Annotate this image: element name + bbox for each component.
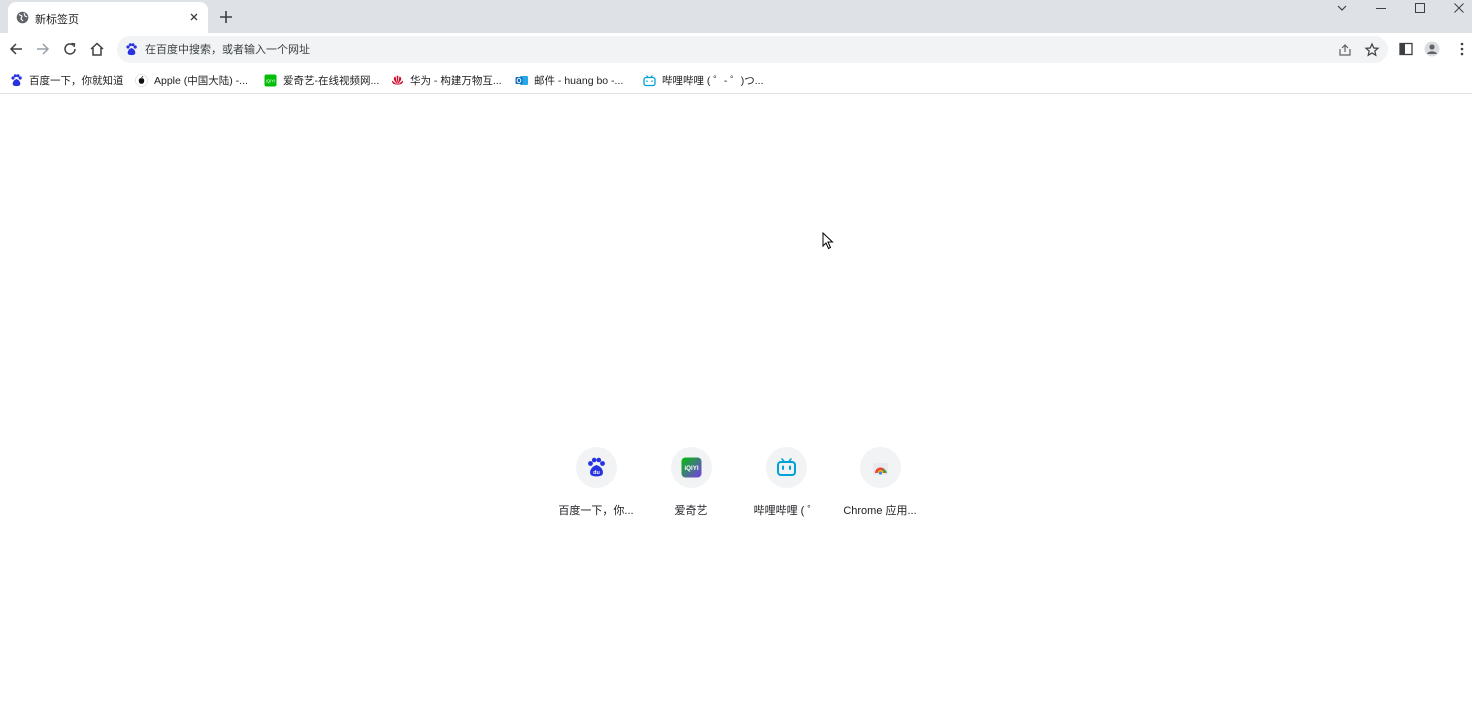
- back-arrow-icon[interactable]: [6, 39, 26, 59]
- bookmark-label: 爱奇艺-在线视频网...: [283, 74, 380, 87]
- shortcut-bilibili[interactable]: 哔哩哔哩 ( ゜: [738, 447, 834, 527]
- bookmark-label: 华为 - 构建万物互...: [410, 74, 502, 87]
- tab-strip: 新标签页: [0, 0, 1472, 33]
- bookmark-apple[interactable]: Apple (中国大陆) -...: [135, 70, 248, 90]
- bookmark-label: 邮件 - huang bo -...: [534, 74, 624, 87]
- share-icon[interactable]: [1337, 42, 1353, 58]
- bookmark-label: 哔哩哔哩 ( ゜- ゜)つ...: [662, 74, 764, 87]
- shortcut-label: 哔哩哔哩 ( ゜: [753, 505, 819, 517]
- tab-title: 新标签页: [35, 14, 79, 26]
- svg-text:iQIYI: iQIYI: [266, 78, 275, 83]
- globe-icon: [16, 11, 29, 24]
- svg-text:du: du: [593, 470, 600, 476]
- shortcut-icon-tile: [860, 447, 901, 488]
- bilibili-icon: [643, 74, 656, 87]
- tab-new-tab[interactable]: 新标签页: [8, 2, 208, 33]
- maximize-icon[interactable]: [1401, 0, 1439, 16]
- bookmark-label: Apple (中国大陆) -...: [154, 74, 248, 87]
- shortcut-chrome-web-store[interactable]: Chrome 应用...: [832, 447, 928, 527]
- shortcut-iqiyi[interactable]: iQIYI 爱奇艺: [643, 447, 739, 527]
- shortcut-icon-tile: iQIYI: [671, 447, 712, 488]
- bookmark-huawei[interactable]: 华为 - 构建万物互...: [391, 70, 502, 90]
- bookmark-outlook[interactable]: 邮件 - huang bo -...: [515, 70, 623, 90]
- close-icon[interactable]: [1440, 0, 1472, 16]
- bookmark-baidu[interactable]: 百度一下，你就知道: [10, 70, 124, 90]
- shortcut-icon-tile: [766, 447, 807, 488]
- home-icon[interactable]: [87, 39, 107, 59]
- profile-avatar-icon[interactable]: [1422, 39, 1442, 59]
- omnibox[interactable]: [117, 36, 1388, 63]
- baidu-paw-icon: [125, 43, 138, 56]
- bookmark-star-icon[interactable]: [1364, 42, 1380, 58]
- bookmark-iqiyi[interactable]: iQIYI 爱奇艺-在线视频网...: [264, 70, 379, 90]
- bookmark-bilibili[interactable]: 哔哩哔哩 ( ゜- ゜)つ...: [643, 70, 764, 90]
- more-menu-icon[interactable]: [1452, 39, 1472, 59]
- shortcut-baidu[interactable]: du 百度一下，你...: [548, 447, 644, 527]
- bookmarks-bar: 百度一下，你就知道 Apple (中国大陆) -... iQIYI 爱奇艺-在线…: [0, 66, 1472, 94]
- forward-arrow-icon[interactable]: [33, 39, 53, 59]
- shortcut-label: Chrome 应用...: [843, 505, 917, 517]
- apple-icon: [135, 73, 148, 87]
- iqiyi-icon: iQIYI: [264, 74, 277, 87]
- reload-icon[interactable]: [60, 39, 80, 59]
- side-panel-icon[interactable]: [1396, 39, 1416, 59]
- toolbar: [0, 33, 1472, 65]
- bookmark-label: 百度一下，你就知道: [29, 74, 124, 87]
- huawei-icon: [391, 74, 404, 87]
- tab-close-icon[interactable]: [187, 10, 201, 24]
- minimize-icon[interactable]: [1362, 0, 1400, 16]
- tab-search-icon[interactable]: [1323, 0, 1361, 16]
- outlook-icon: [515, 74, 528, 87]
- mouse-cursor-icon: [822, 231, 834, 255]
- baidu-paw-icon: [10, 73, 23, 87]
- svg-text:iQIYI: iQIYI: [684, 465, 698, 472]
- shortcut-label: 百度一下，你...: [558, 505, 634, 517]
- shortcut-label: 爱奇艺: [674, 505, 708, 517]
- shortcut-icon-tile: du: [576, 447, 617, 488]
- new-tab-plus-icon[interactable]: [217, 8, 235, 26]
- omnibox-input[interactable]: [145, 36, 1325, 63]
